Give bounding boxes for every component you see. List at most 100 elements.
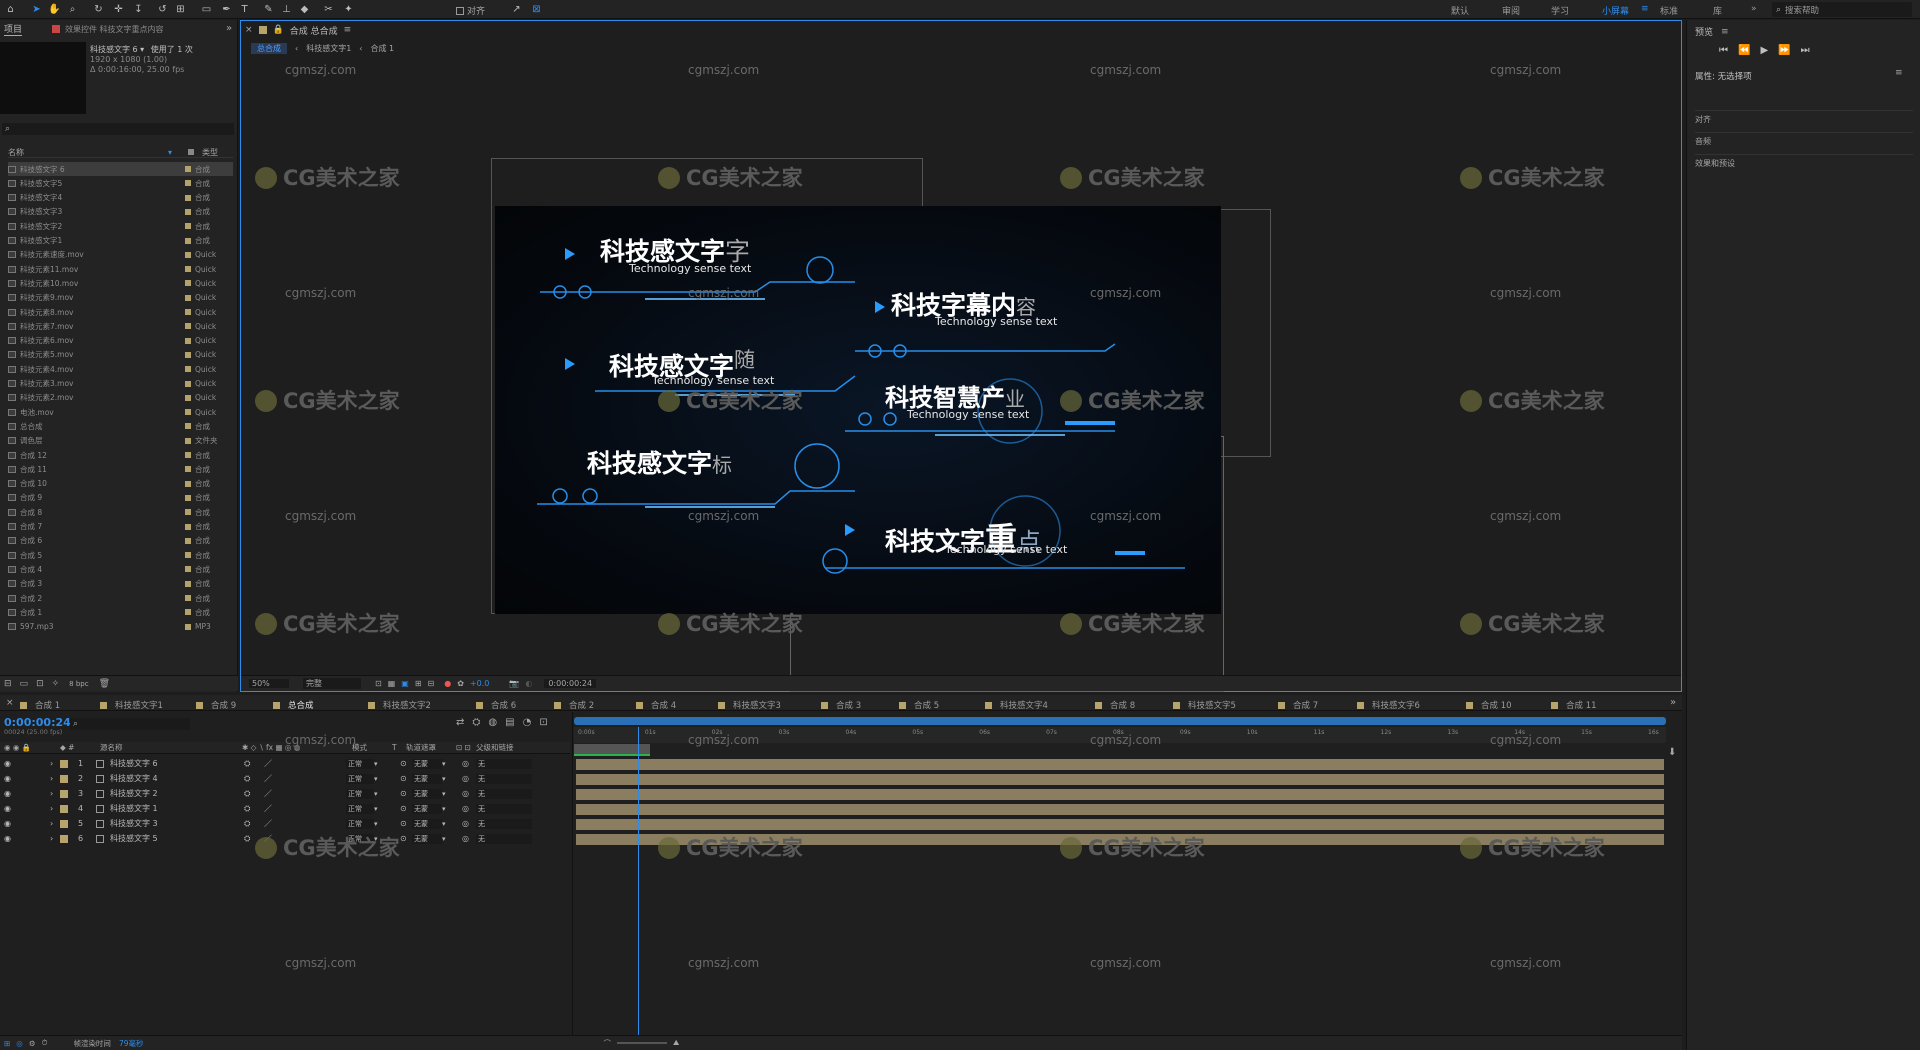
pickwhip-icon[interactable]: ◎	[462, 804, 476, 813]
track-matte-select[interactable]: 无蒙	[412, 758, 442, 769]
eye-icon[interactable]: ◉	[4, 774, 50, 783]
sort-icon[interactable]: ▾	[168, 148, 188, 157]
project-item[interactable]: 合成 9 合成	[8, 491, 233, 505]
timeline-tab[interactable]: 合成 2	[554, 699, 594, 711]
playhead[interactable]	[638, 727, 640, 1037]
region-of-interest-icon[interactable]: ⊡	[375, 679, 382, 688]
flowchart-icon[interactable]: ✧	[52, 679, 60, 689]
pickwhip-icon[interactable]: ◎	[462, 774, 476, 783]
breadcrumb-item[interactable]: 科技感文字1	[306, 43, 351, 54]
project-item[interactable]: 合成 11 合成	[8, 462, 233, 476]
project-item[interactable]: 调色层 文件夹	[8, 434, 233, 448]
interpret-footage-icon[interactable]: ⊟	[4, 679, 12, 689]
project-item[interactable]: 科技元素7.mov Quick	[8, 319, 233, 333]
menu-icon[interactable]: ≡	[1641, 4, 1649, 14]
more-workspaces-icon[interactable]: »	[1751, 4, 1757, 14]
project-item[interactable]: 合成 10 合成	[8, 477, 233, 491]
eraser-tool-icon[interactable]: ◆	[298, 3, 311, 16]
shy-switch-icon[interactable]: ⛭	[244, 759, 264, 769]
project-item[interactable]: 科技元素4.mov Quick	[8, 362, 233, 376]
parent-select[interactable]: 无	[476, 833, 532, 844]
graph-editor-icon[interactable]: ⊡	[539, 717, 547, 728]
project-item[interactable]: 科技感文字 6 合成	[8, 162, 233, 176]
guides-icon[interactable]: ⊞	[415, 679, 422, 688]
mode-select[interactable]: 正常	[346, 773, 374, 784]
project-search-input[interactable]: ⌕	[2, 123, 234, 135]
play-icon[interactable]: ▶	[1760, 45, 1768, 56]
motion-blur-icon[interactable]: ◔	[523, 717, 532, 728]
shy-switch-icon[interactable]: ⛭	[244, 819, 264, 829]
modes-icon[interactable]: ◎	[16, 1039, 23, 1048]
col-name[interactable]: 名称	[8, 147, 168, 158]
zoom-slider[interactable]	[616, 1042, 667, 1044]
project-item[interactable]: 科技感文字5 合成	[8, 176, 233, 190]
eye-icon[interactable]: ◉	[4, 804, 50, 813]
project-item[interactable]: 电池.mov Quick	[8, 405, 233, 419]
pickwhip-icon[interactable]: ◎	[462, 819, 476, 828]
layer-duration-bar[interactable]	[576, 789, 1664, 800]
effects-presets-section[interactable]: 效果和预设	[1695, 154, 1913, 170]
breadcrumb-item[interactable]: 总合成	[251, 42, 287, 54]
parent-select[interactable]: 无	[476, 758, 532, 769]
timeline-tab[interactable]: 合成 11	[1551, 699, 1597, 711]
expand-icon[interactable]: ›	[50, 789, 60, 798]
timeline-tab[interactable]: 科技感文字3	[718, 699, 781, 711]
trash-icon[interactable]: 🗑	[99, 679, 110, 689]
project-item[interactable]: 科技元素速度.mov Quick	[8, 248, 233, 262]
next-frame-icon[interactable]: ⏩	[1778, 45, 1790, 56]
tab-project[interactable]: 项目	[4, 22, 23, 36]
quality-switch-icon[interactable]: ／	[264, 773, 346, 784]
timeline-tab[interactable]: 合成 7	[1278, 699, 1318, 711]
project-item[interactable]: 597.mp3 MP3	[8, 620, 233, 634]
project-item[interactable]: 科技元素2.mov Quick	[8, 391, 233, 405]
frame-blend-icon[interactable]: ▤	[505, 717, 514, 728]
snapshot-icon[interactable]: 📷	[509, 679, 519, 688]
brush-tool-icon[interactable]: ✎	[262, 3, 275, 16]
timeline-tab[interactable]: 合成 5	[899, 699, 939, 711]
tab-menu-icon[interactable]: ≡	[344, 25, 352, 35]
col-track-matte[interactable]: 轨道遮罩	[406, 742, 456, 753]
expand-icon[interactable]: ›	[50, 759, 60, 768]
new-folder-icon[interactable]: ▭	[20, 679, 29, 689]
project-item[interactable]: 科技感文字4 合成	[8, 191, 233, 205]
col-parent[interactable]: 父级和链接	[476, 742, 514, 753]
layer-row[interactable]: ◉ › 4 科技感文字 1 ⛭ ／正常 ▾ ⊙ 无蒙 ▾ ◎ 无	[0, 801, 570, 816]
comp-flow-icon[interactable]: ⇄	[456, 717, 464, 728]
project-item[interactable]: 科技元素11.mov Quick	[8, 262, 233, 276]
project-item[interactable]: 科技感文字2 合成	[8, 219, 233, 233]
expand-icon[interactable]: ›	[50, 834, 60, 843]
timeline-tab[interactable]: 科技感文字1	[100, 699, 163, 711]
project-item[interactable]: 合成 7 合成	[8, 520, 233, 534]
project-item[interactable]: 合成 12 合成	[8, 448, 233, 462]
resolution-select[interactable]: 完整	[303, 678, 361, 689]
transparency-grid-icon[interactable]: ▦	[388, 679, 396, 688]
selection-tool-icon[interactable]: ➤	[30, 3, 43, 16]
workspace-default[interactable]: 默认	[1451, 4, 1469, 17]
tab-preview[interactable]: 预览	[1695, 25, 1713, 38]
timeline-tab[interactable]: 科技感文字4	[985, 699, 1048, 711]
timeline-tab[interactable]: 总合成	[273, 699, 314, 711]
project-item[interactable]: 科技元素3.mov Quick	[8, 377, 233, 391]
timeline-tab[interactable]: 合成 4	[636, 699, 676, 711]
project-item[interactable]: 合成 6 合成	[8, 534, 233, 548]
expand-icon[interactable]: ›	[50, 819, 60, 828]
eye-icon[interactable]: ◉	[4, 834, 50, 843]
close-icon[interactable]: ×	[245, 25, 253, 35]
panel-menu-icon[interactable]: »	[226, 23, 232, 34]
timeline-tab[interactable]: 合成 1	[20, 699, 60, 711]
workspace-small-screen[interactable]: 小屏幕	[1602, 4, 1629, 17]
layer-duration-bar[interactable]	[576, 804, 1664, 815]
quality-switch-icon[interactable]: ／	[264, 818, 346, 829]
rectangle-tool-icon[interactable]: ▭	[200, 3, 213, 16]
project-item[interactable]: 总合成 合成	[8, 419, 233, 433]
panel-menu-icon[interactable]: ≡	[1895, 68, 1903, 78]
zoom-in-icon[interactable]: ⛰	[673, 1038, 679, 1048]
shy-switch-icon[interactable]: ⛭	[244, 789, 264, 799]
expand-icon[interactable]: ›	[50, 804, 60, 813]
project-item[interactable]: 科技感文字3 合成	[8, 205, 233, 219]
roto-tool-icon[interactable]: ✂	[322, 3, 335, 16]
project-item[interactable]: 科技感文字1 合成	[8, 234, 233, 248]
close-icon[interactable]: ×	[6, 698, 14, 708]
timeline-tab[interactable]: 科技感文字2	[368, 699, 431, 711]
project-item[interactable]: 科技元素8.mov Quick	[8, 305, 233, 319]
